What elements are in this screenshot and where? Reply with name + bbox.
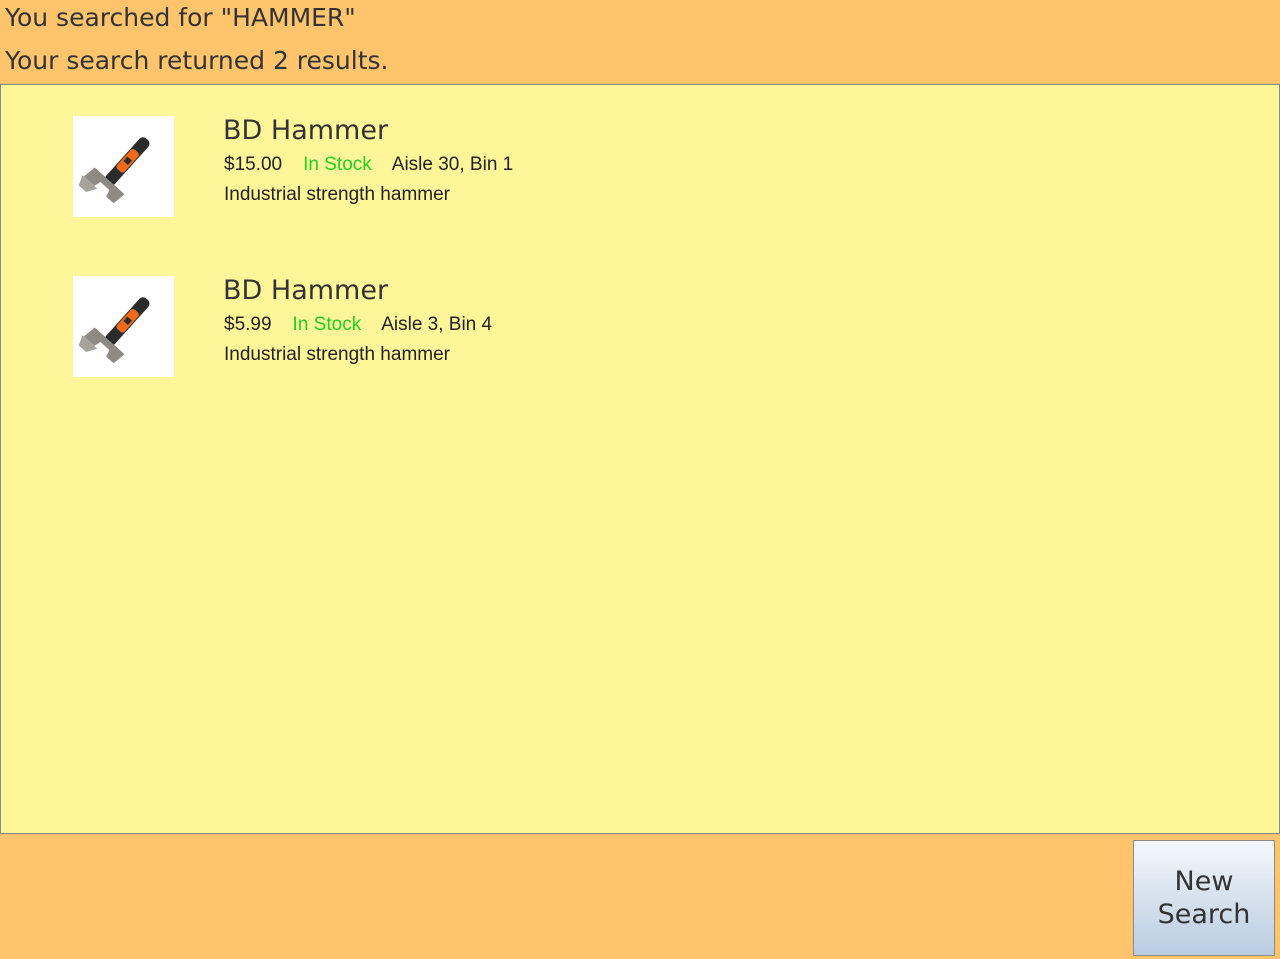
results-list: BD Hammer $15.00 In Stock Aisle 30, Bin 1 … (0, 84, 1280, 834)
product-price: $5.99 (224, 314, 272, 335)
product-description: Industrial strength hammer (224, 184, 450, 205)
product-location: Aisle 30, Bin 1 (391, 154, 514, 175)
product-meta: $5.99 In Stock Aisle 3, Bin 4 (224, 313, 492, 337)
search-header: You searched for "HAMMER" Your search re… (0, 0, 1280, 84)
new-search-button[interactable]: New Search (1133, 840, 1275, 956)
list-item[interactable]: BD Hammer $15.00 In Stock Aisle 30, Bin 1 … (73, 116, 973, 218)
product-meta: $15.00 In Stock Aisle 30, Bin 1 (224, 153, 513, 177)
product-location: Aisle 3, Bin 4 (381, 314, 493, 335)
hammer-icon (73, 276, 174, 377)
hammer-icon (73, 116, 174, 217)
list-item[interactable]: BD Hammer $5.99 In Stock Aisle 3, Bin 4 In… (73, 276, 973, 378)
product-price: $15.00 (224, 154, 283, 175)
product-name: BD Hammer (223, 275, 389, 306)
search-query-text: You searched for "HAMMER" (5, 3, 356, 32)
new-search-label-line1: New (1174, 866, 1234, 897)
new-search-label-line2: Search (1157, 899, 1251, 930)
result-count-text: Your search returned 2 results. (5, 46, 389, 75)
stock-status: In Stock (303, 154, 372, 175)
stock-status: In Stock (292, 314, 362, 335)
product-description: Industrial strength hammer (224, 344, 450, 365)
product-name: BD Hammer (223, 115, 389, 146)
